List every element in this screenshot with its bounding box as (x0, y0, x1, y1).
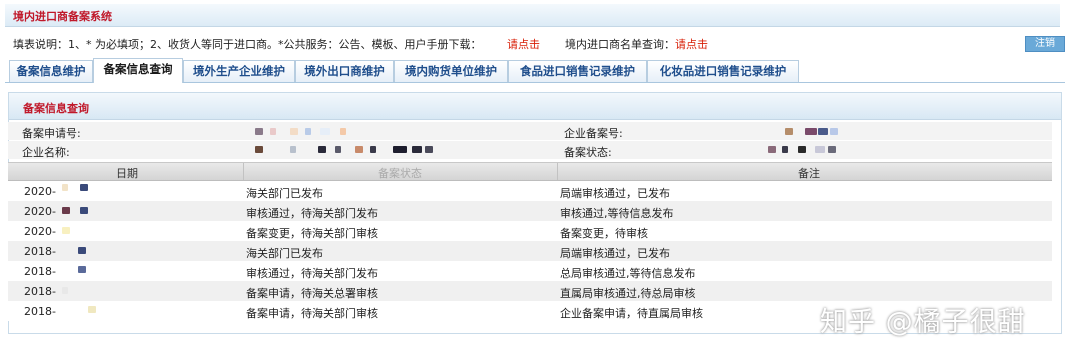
row-status: 备案申请，待海关部门审核 (246, 307, 378, 320)
row-status: 海关部门已发布 (246, 187, 323, 200)
field-row-application: 备案申请号: 企业备案号: (8, 122, 1052, 140)
row-status: 备案申请，待海关总署审核 (246, 287, 378, 300)
row-date: 2018- (24, 305, 56, 318)
instructions-text: 填表说明：1、* 为必填项；2、收货人等同于进口商。*公共服务：公告、模板、用户… (13, 38, 482, 51)
row-remark: 总局审核通过,等待信息发布 (560, 267, 696, 280)
row-remark: 直属局审核通过,待总局审核 (560, 287, 696, 300)
tab-cosmetics-sales-record[interactable]: 化妆品进口销售记录维护 (647, 60, 799, 82)
company-filing-no-label: 企业备案号: (564, 127, 623, 140)
importer-list-label: 境内进口商名单查询： (565, 38, 675, 51)
tab-bar: 备案信息维护 备案信息查询 境外生产企业维护 境外出口商维护 境内购货单位维护 … (5, 58, 1065, 83)
row-date: 2018- (24, 265, 56, 278)
info-bar: 填表说明：1、* 为必填项；2、收货人等同于进口商。*公共服务：公告、模板、用户… (5, 28, 1065, 56)
column-header-status: 备案状态 (378, 167, 422, 180)
tab-overseas-exporter[interactable]: 境外出口商维护 (295, 60, 394, 82)
company-name-label: 企业名称: (22, 146, 70, 159)
row-date: 2020- (24, 225, 56, 238)
row-remark: 局端审核通过，已发布 (560, 247, 670, 260)
table-row: 2020- 海关部门已发布 局端审核通过，已发布 (8, 181, 1052, 201)
logout-button[interactable]: 注销 (1025, 36, 1065, 52)
column-header-date: 日期 (116, 167, 138, 180)
table-header: 日期 备案状态 备注 (8, 162, 1052, 181)
app-title: 境内进口商备案系统 (13, 10, 112, 23)
importer-list-link[interactable]: 请点击 (675, 36, 708, 52)
table-row: 2020- 备案变更，待海关部门审核 备案变更，待审核 (8, 221, 1052, 241)
row-status: 审核通过，待海关部门发布 (246, 267, 378, 280)
row-date: 2018- (24, 285, 56, 298)
row-status: 海关部门已发布 (246, 247, 323, 260)
tab-filing-query[interactable]: 备案信息查询 (93, 58, 183, 83)
tab-filing-maintenance[interactable]: 备案信息维护 (9, 60, 93, 82)
column-header-remark: 备注 (798, 167, 820, 180)
panel-header: 备案信息查询 (9, 93, 1061, 120)
table-row: 2020- 审核通过，待海关部门发布 审核通过,等待信息发布 (8, 201, 1052, 221)
table-row: 2018- 海关部门已发布 局端审核通过，已发布 (8, 241, 1052, 261)
row-date: 2020- (24, 205, 56, 218)
row-date: 2020- (24, 185, 56, 198)
download-link[interactable]: 请点击 (507, 36, 540, 52)
row-remark: 局端审核通过，已发布 (560, 187, 670, 200)
row-remark: 备案变更，待审核 (560, 227, 648, 240)
application-no-label: 备案申请号: (22, 127, 81, 140)
row-remark: 审核通过,等待信息发布 (560, 207, 674, 220)
tab-domestic-purchaser[interactable]: 境内购货单位维护 (394, 60, 508, 82)
row-status: 备案变更，待海关部门审核 (246, 227, 378, 240)
filing-status-label: 备案状态: (564, 146, 612, 159)
panel-title: 备案信息查询 (23, 102, 89, 115)
table-row: 2018- 备案申请，待海关总署审核 直属局审核通过,待总局审核 (8, 281, 1052, 301)
field-row-company: 企业名称: 备案状态: (8, 141, 1052, 159)
table-row: 2018- 审核通过，待海关部门发布 总局审核通过,等待信息发布 (8, 261, 1052, 281)
app-title-bar: 境内进口商备案系统 (5, 4, 1060, 27)
row-date: 2018- (24, 245, 56, 258)
tab-overseas-manufacturer[interactable]: 境外生产企业维护 (183, 60, 295, 82)
watermark: 知乎 @橘子很甜 (820, 307, 1026, 338)
row-status: 审核通过，待海关部门发布 (246, 207, 378, 220)
row-remark: 企业备案申请，待直属局审核 (560, 307, 703, 320)
tab-food-sales-record[interactable]: 食品进口销售记录维护 (508, 60, 647, 82)
